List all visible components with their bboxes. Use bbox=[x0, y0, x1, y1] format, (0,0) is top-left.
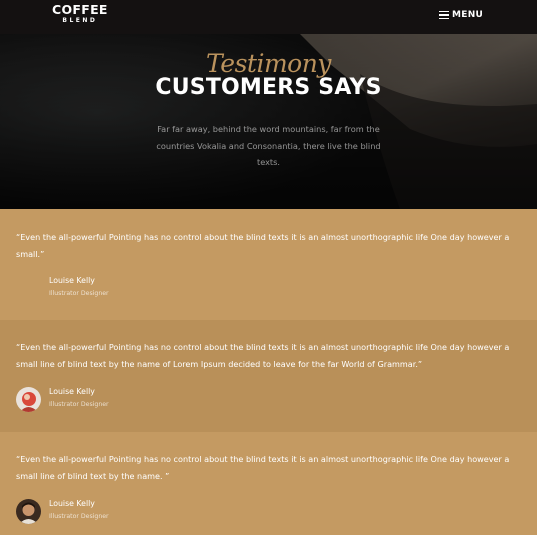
testimonial-author: Louise Kelly Illustrator Designer bbox=[16, 275, 109, 301]
avatar-image bbox=[16, 498, 41, 524]
author-position: Illustrator Designer bbox=[49, 401, 109, 408]
hero-description: Far far away, behind the word mountains,… bbox=[156, 124, 381, 167]
author-name: Louise Kelly bbox=[49, 499, 95, 508]
brand-top-text: COFFEE bbox=[52, 2, 108, 17]
hero-heading: CUSTOMERS SAYS bbox=[155, 75, 382, 100]
menu-label: MENU bbox=[452, 10, 484, 20]
avatar bbox=[16, 386, 41, 412]
testimonial-card: “Even the all-powerful Pointing has no c… bbox=[0, 209, 537, 320]
testimonial-author: Louise Kelly Illustrator Designer bbox=[16, 386, 109, 412]
hamburger-icon bbox=[439, 11, 449, 19]
avatar bbox=[16, 276, 41, 301]
hero-section: Testimony CUSTOMERS SAYS Far far away, b… bbox=[0, 34, 537, 209]
avatar-image bbox=[16, 386, 41, 412]
author-position: Illustrator Designer bbox=[49, 290, 109, 297]
testimonial-card: “Even the all-powerful Pointing has no c… bbox=[0, 432, 537, 535]
testimonial-quote: “Even the all-powerful Pointing has no c… bbox=[16, 454, 510, 481]
testimonial-author: Louise Kelly Illustrator Designer bbox=[16, 498, 109, 524]
hero-subheading: Testimony bbox=[206, 49, 331, 78]
author-name: Louise Kelly bbox=[49, 387, 95, 396]
testimonial-quote: “Even the all-powerful Pointing has no c… bbox=[16, 342, 510, 369]
testimonial-quote: “Even the all-powerful Pointing has no c… bbox=[16, 232, 510, 259]
avatar bbox=[16, 498, 41, 524]
author-position: Illustrator Designer bbox=[49, 513, 109, 520]
author-name: Louise Kelly bbox=[49, 276, 95, 285]
testimonial-card: “Even the all-powerful Pointing has no c… bbox=[0, 320, 537, 432]
brand-logo[interactable]: COFFEE BLEND bbox=[52, 2, 108, 24]
navbar: COFFEE BLEND MENU bbox=[0, 0, 537, 34]
menu-button[interactable]: MENU bbox=[439, 10, 483, 20]
brand-bottom-text: BLEND bbox=[62, 16, 98, 24]
